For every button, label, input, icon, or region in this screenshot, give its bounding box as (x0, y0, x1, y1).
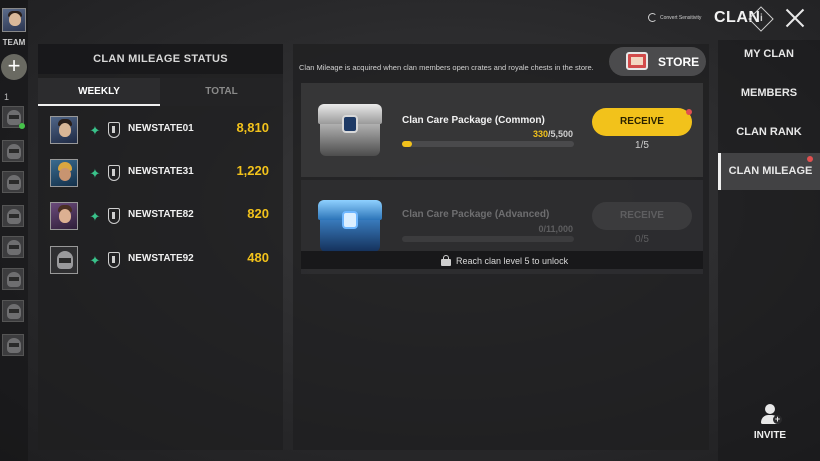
shield-icon (108, 208, 120, 224)
notification-dot (807, 156, 813, 162)
online-indicator (19, 123, 25, 129)
team-slot[interactable] (2, 268, 24, 290)
avatar (50, 246, 78, 274)
team-slot[interactable] (2, 334, 24, 356)
member-row[interactable]: ✦ NEWSTATE82 820 (48, 201, 273, 233)
add-teammate-button[interactable]: + (1, 54, 27, 80)
package-claim-count: 1/5 (635, 140, 649, 151)
mileage-info-text: Clan Mileage is acquired when clan membe… (299, 63, 594, 72)
member-score: 1,220 (236, 163, 269, 178)
nav-clan-rank[interactable]: CLAN RANK (718, 114, 820, 151)
package-progress-value: 0/11,000 (538, 224, 573, 234)
plus-icon: + (7, 53, 21, 78)
member-score: 8,810 (236, 120, 269, 135)
tab-weekly[interactable]: WEEKLY (38, 78, 160, 106)
member-score: 820 (247, 206, 269, 221)
mileage-status-title: CLAN MILEAGE STATUS (38, 44, 283, 74)
avatar (50, 202, 78, 230)
shield-icon (108, 122, 120, 138)
member-name: NEWSTATE92 (128, 253, 194, 264)
clan-role-icon: ✦ (89, 123, 101, 138)
member-score: 480 (247, 250, 269, 265)
package-progress-bar (402, 236, 574, 242)
nav-my-clan[interactable]: MY CLAN (718, 36, 820, 73)
close-icon[interactable] (785, 8, 805, 28)
store-icon (626, 52, 648, 70)
member-row[interactable]: ✦ NEWSTATE92 480 (48, 245, 273, 277)
convert-sensitivity-label[interactable]: Convert Sensitivity (660, 15, 701, 21)
member-row[interactable]: ✦ NEWSTATE31 1,220 (48, 158, 273, 190)
receive-button[interactable]: RECEIVE (592, 108, 692, 136)
team-slot[interactable] (2, 300, 24, 322)
team-slot[interactable] (2, 171, 24, 193)
nav-clan-mileage[interactable]: CLAN MILEAGE (718, 153, 820, 190)
team-group-number: 1 (4, 92, 10, 102)
team-label: TEAM (2, 38, 26, 47)
member-name: NEWSTATE31 (128, 166, 194, 177)
my-avatar[interactable] (2, 8, 26, 32)
add-user-icon[interactable]: + (760, 404, 782, 426)
clan-role-icon: ✦ (89, 166, 101, 181)
clan-role-icon: ✦ (89, 253, 101, 268)
crate-common-icon (316, 98, 384, 160)
member-name: NEWSTATE01 (128, 123, 194, 134)
notification-dot (686, 109, 692, 115)
package-name: Clan Care Package (Advanced) (402, 209, 550, 220)
lock-message: Reach clan level 5 to unlock (456, 256, 569, 266)
member-name: NEWSTATE82 (128, 209, 194, 220)
shield-icon (108, 165, 120, 181)
avatar (50, 116, 78, 144)
team-slot[interactable] (2, 140, 24, 162)
clan-role-icon: ✦ (89, 209, 101, 224)
receive-button-disabled: RECEIVE (592, 202, 692, 230)
convert-sensitivity-icon[interactable] (648, 13, 657, 22)
package-progress-value: 330/5,500 (532, 129, 573, 139)
member-row[interactable]: ✦ NEWSTATE01 8,810 (48, 115, 273, 147)
invite-button[interactable]: INVITE (752, 430, 788, 441)
progress-fill (402, 141, 413, 147)
team-slot[interactable] (2, 106, 25, 129)
tab-total[interactable]: TOTAL (160, 78, 283, 106)
team-slot[interactable] (2, 205, 24, 227)
package-name: Clan Care Package (Common) (402, 115, 545, 126)
crate-advanced-icon (316, 194, 384, 256)
nav-members[interactable]: MEMBERS (718, 75, 820, 112)
package-progress-bar (402, 141, 574, 147)
lock-icon (441, 255, 451, 266)
package-claim-count: 0/5 (635, 234, 649, 245)
avatar (50, 159, 78, 187)
shield-icon (108, 252, 120, 268)
team-slot[interactable] (2, 236, 24, 258)
store-button-label: STORE (658, 55, 700, 69)
